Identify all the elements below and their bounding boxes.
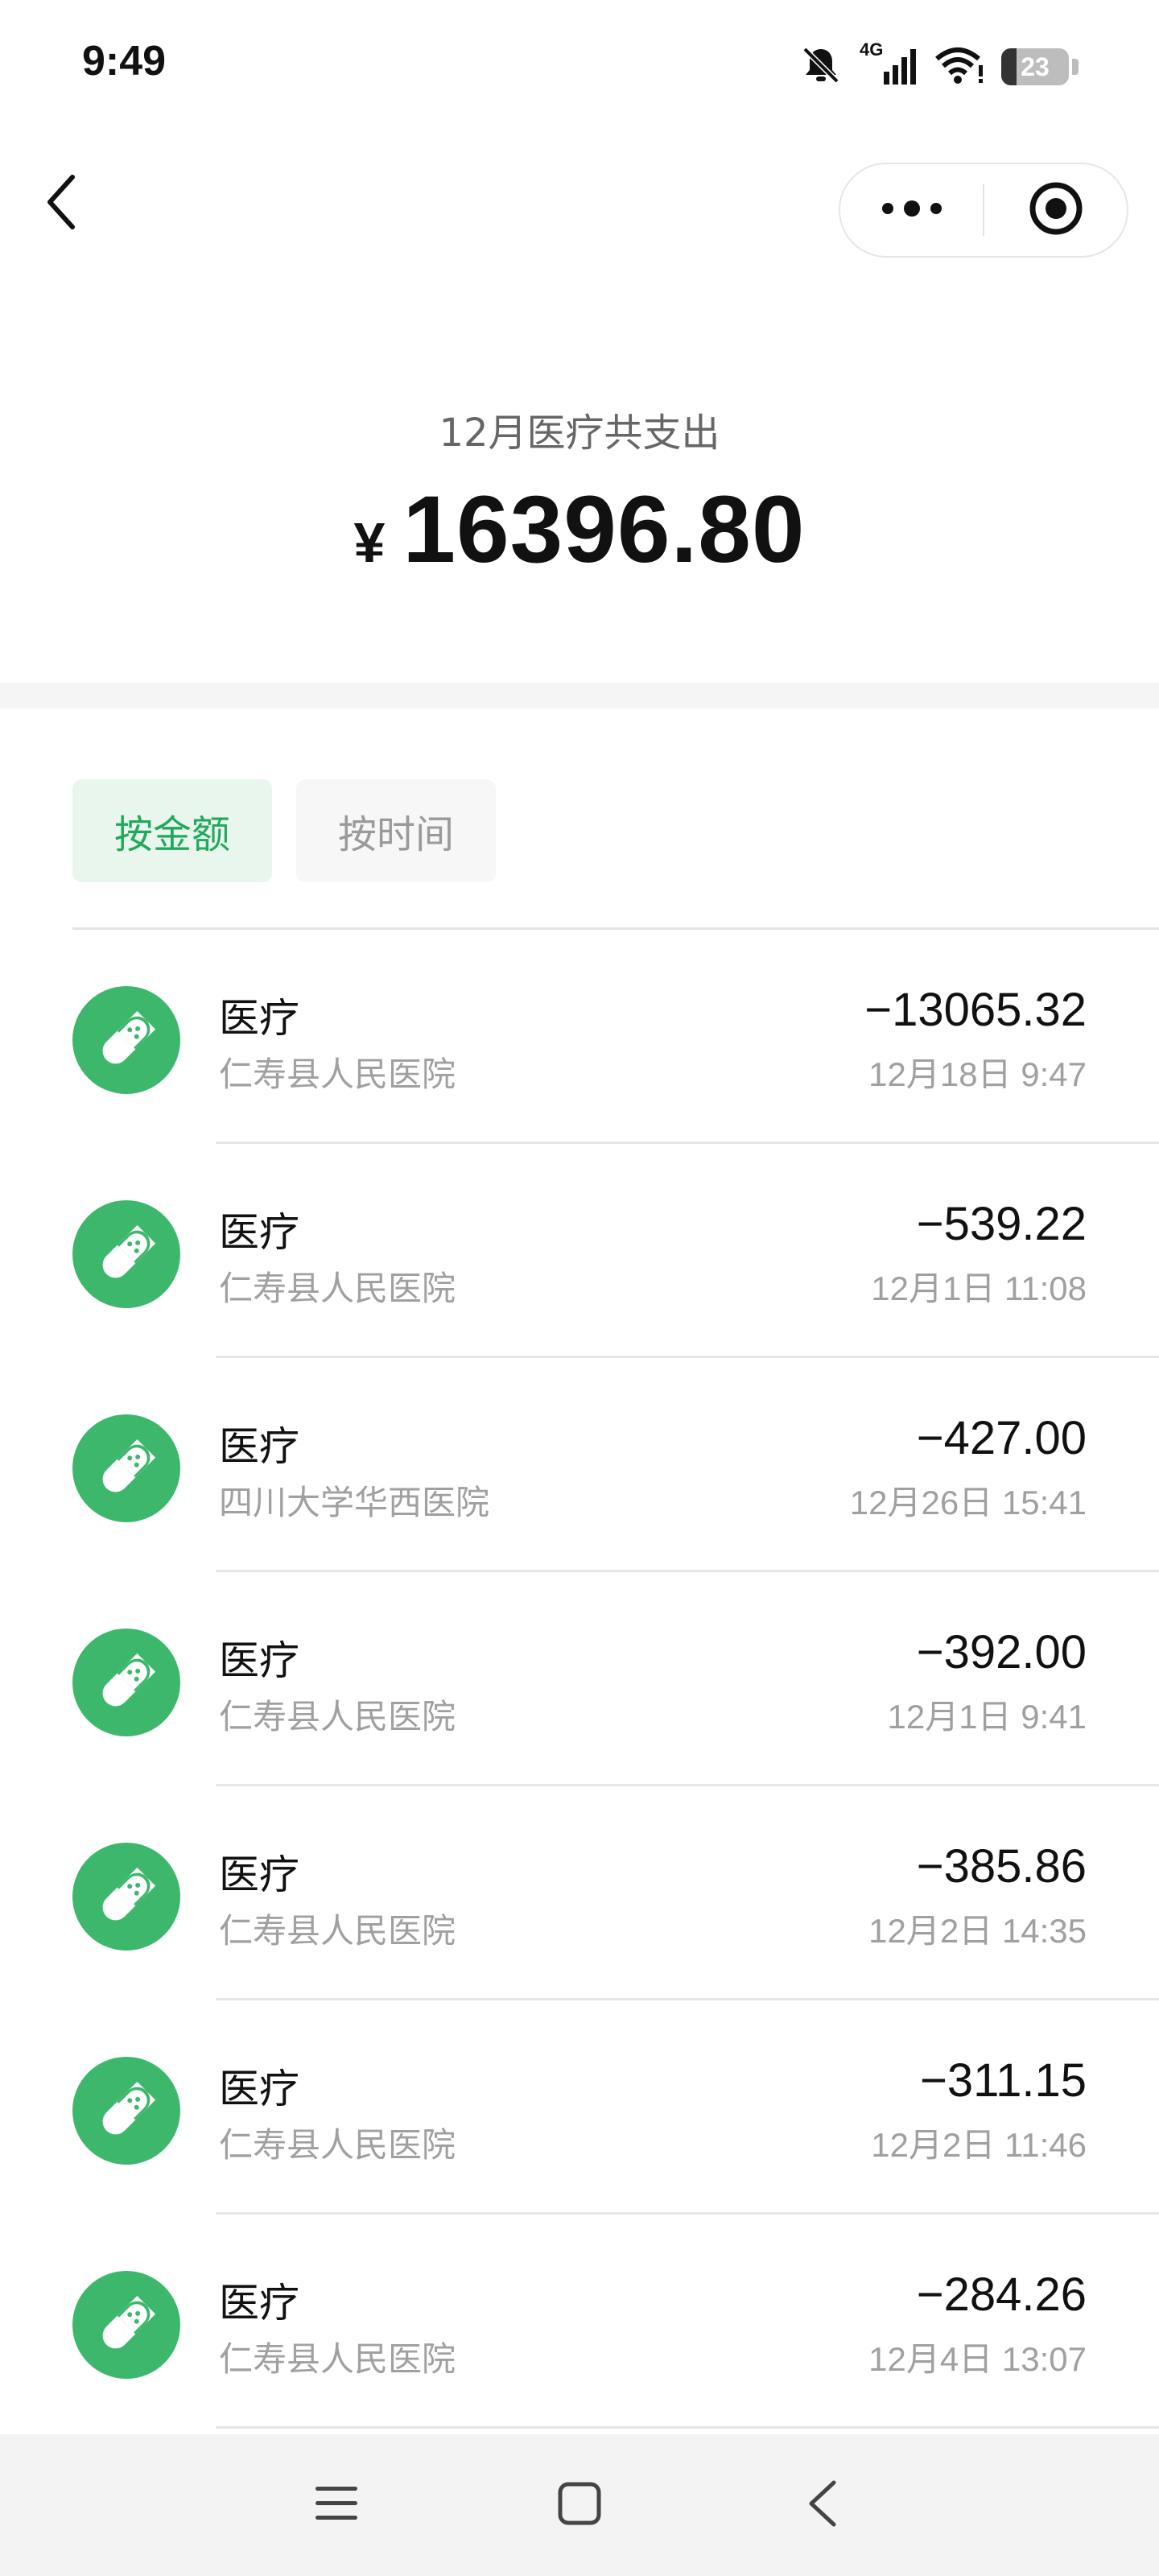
summary-amount: ¥ 16396.80 — [0, 475, 1159, 584]
mini-program-capsule — [839, 163, 1128, 258]
sort-tabs: 按金额 按时间 — [72, 779, 496, 882]
transaction-amount: −284.26 — [916, 2268, 1087, 2321]
list-item[interactable]: 医疗 仁寿县人民医院 −284.26 12月4日 13:07 — [0, 2215, 1159, 2429]
transaction-category: 医疗 — [219, 995, 299, 1042]
tab-sort-by-time[interactable]: 按时间 — [296, 779, 496, 882]
transaction-category: 医疗 — [219, 1209, 299, 1256]
pill-icon — [72, 2057, 180, 2165]
section-separator — [0, 683, 1159, 708]
wifi-icon — [934, 43, 985, 91]
pill-icon — [72, 1414, 180, 1522]
home-button[interactable] — [547, 2473, 612, 2537]
list-item[interactable]: 医疗 仁寿县人民医院 −13065.32 12月18日 9:47 — [0, 930, 1159, 1144]
more-button[interactable] — [840, 164, 983, 256]
summary-label: 12月医疗共支出 — [439, 411, 720, 456]
transaction-category: 医疗 — [219, 1637, 299, 1684]
transaction-merchant: 仁寿县人民医院 — [219, 1055, 456, 1094]
list-item[interactable]: 医疗 仁寿县人民医院 −392.00 12月1日 9:41 — [0, 1572, 1159, 1786]
tab-sort-by-amount[interactable]: 按金额 — [72, 779, 272, 882]
transaction-amount: −539.22 — [916, 1198, 1087, 1250]
pill-icon — [72, 986, 180, 1094]
home-square-icon — [557, 2481, 602, 2529]
transaction-amount: −427.00 — [916, 1412, 1087, 1464]
transaction-merchant: 四川大学华西医院 — [219, 1483, 490, 1522]
list-item[interactable]: 医疗 仁寿县人民医院 −539.22 12月1日 11:08 — [0, 1144, 1159, 1358]
pill-icon — [72, 1843, 180, 1951]
list-item[interactable]: 医疗 四川大学华西医院 −427.00 12月26日 15:41 — [0, 1358, 1159, 1572]
transaction-category: 医疗 — [219, 1852, 299, 1898]
transaction-merchant: 仁寿县人民医院 — [219, 1697, 456, 1736]
transaction-amount: −392.00 — [916, 1626, 1087, 1678]
list-item[interactable]: 医疗 仁寿县人民医院 −385.86 12月2日 14:35 — [0, 1786, 1159, 2000]
transaction-time: 12月1日 9:41 — [887, 1698, 1087, 1736]
status-time: 9:49 — [82, 38, 167, 85]
back-triangle-icon — [806, 2479, 839, 2531]
transaction-merchant: 仁寿县人民医院 — [219, 1269, 456, 1308]
transaction-amount: −385.86 — [916, 1840, 1087, 1893]
chevron-left-icon — [45, 174, 77, 233]
target-circle-icon — [1028, 180, 1084, 240]
system-back-button[interactable] — [790, 2473, 855, 2537]
transaction-time: 12月18日 9:47 — [868, 1055, 1087, 1093]
battery-level: 23 — [1021, 52, 1050, 81]
transaction-amount: −13065.32 — [864, 984, 1087, 1036]
pill-icon — [72, 1200, 180, 1308]
list-item[interactable]: 医疗 仁寿县人民医院 −311.15 12月2日 11:46 — [0, 2000, 1159, 2215]
battery-tip — [1072, 59, 1079, 75]
back-button[interactable] — [37, 167, 85, 240]
status-icons: 4G 23 — [798, 39, 1079, 95]
transaction-time: 12月4日 13:07 — [868, 2340, 1087, 2378]
transaction-merchant: 仁寿县人民医院 — [219, 1911, 456, 1951]
transaction-category: 医疗 — [219, 2066, 299, 2112]
menu-button[interactable] — [304, 2473, 369, 2537]
cellular-signal-icon: 4G — [860, 39, 918, 89]
mute-bell-icon — [798, 43, 843, 91]
row-divider — [216, 2426, 1159, 2429]
transaction-time: 12月1日 11:08 — [871, 1269, 1087, 1307]
total-amount: 16396.80 — [402, 477, 806, 583]
close-miniprogram-button[interactable] — [984, 164, 1127, 256]
transaction-merchant: 仁寿县人民医院 — [219, 2339, 456, 2379]
battery-icon: 23 — [1001, 48, 1069, 85]
transaction-list: 医疗 仁寿县人民医院 −13065.32 12月18日 9:47 医疗 仁寿县人… — [0, 930, 1159, 2429]
menu-icon — [314, 2483, 359, 2527]
status-bar: 9:49 4G 23 — [0, 0, 1159, 135]
transaction-time: 12月2日 11:46 — [871, 2126, 1087, 2164]
pill-icon — [72, 2271, 180, 2379]
currency-symbol: ¥ — [353, 511, 386, 574]
transaction-time: 12月2日 14:35 — [868, 1912, 1087, 1950]
pill-icon — [72, 1629, 180, 1736]
transaction-amount: −311.15 — [920, 2054, 1087, 2107]
transaction-merchant: 仁寿县人民医院 — [219, 2125, 456, 2165]
transaction-category: 医疗 — [219, 1423, 299, 1470]
system-nav-bar — [0, 2434, 1159, 2576]
more-dots-icon — [880, 199, 944, 221]
transaction-category: 医疗 — [219, 2280, 299, 2326]
transaction-time: 12月26日 15:41 — [849, 1484, 1087, 1521]
